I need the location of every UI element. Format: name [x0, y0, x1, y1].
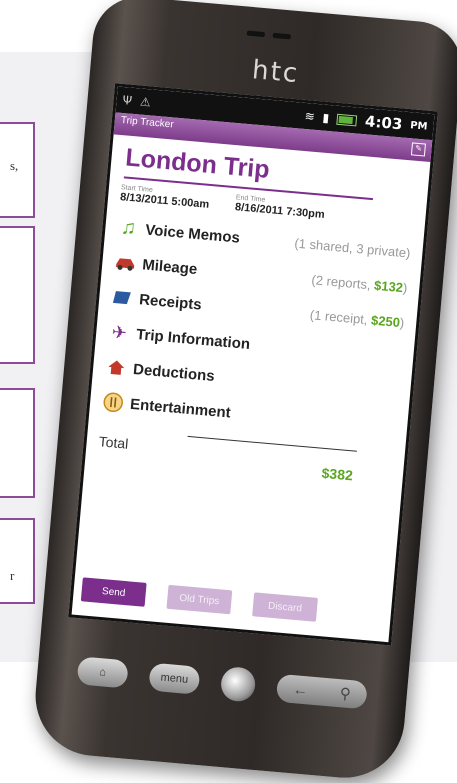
mileage-amount: $132 — [373, 277, 404, 295]
voice-memos-label: Voice Memos — [144, 220, 241, 247]
car-icon — [114, 251, 138, 275]
music-note-icon: ♫ — [120, 215, 137, 240]
usb-icon: Ψ — [122, 93, 133, 108]
trip-content: London Trip Start Time 8/13/2011 5:00am … — [85, 134, 431, 493]
callout-box-2 — [0, 226, 35, 364]
callout-box-3 — [0, 388, 35, 498]
receipts-amount: $250 — [370, 312, 401, 330]
action-buttons: Send Old Trips Discard — [80, 577, 318, 622]
old-trips-button[interactable]: Old Trips — [166, 584, 233, 615]
house-icon — [104, 356, 128, 380]
phone-screen: Ψ ⚠ ≋ ▮ 4:03 PM Trip Tracker ✎ London Tr… — [68, 83, 438, 646]
warning-icon: ⚠ — [139, 94, 152, 110]
start-time[interactable]: Start Time 8/13/2011 5:00am — [120, 184, 211, 211]
voice-memos-meta: (1 shared, 3 private) — [293, 235, 412, 261]
mileage-label: Mileage — [141, 255, 198, 278]
airplane-icon: ✈ — [110, 321, 128, 343]
callout-box-1: s, — [0, 122, 35, 218]
callout-text-fragment: s, — [10, 158, 19, 173]
app-name: Trip Tracker — [120, 114, 175, 131]
total-amount: $382 — [321, 464, 354, 484]
battery-icon — [336, 113, 358, 126]
hardware-buttons: ⌂ menu ← ⚲ — [75, 644, 368, 721]
mileage-meta: (2 reports, $132) — [310, 271, 409, 295]
back-arrow-icon[interactable]: ← — [292, 681, 308, 699]
receipts-label: Receipts — [138, 290, 203, 314]
menu-button[interactable]: menu — [148, 662, 201, 695]
optical-trackball[interactable] — [219, 665, 257, 703]
end-time[interactable]: End Time 8/16/2011 7:30pm — [234, 194, 325, 221]
send-button[interactable]: Send — [80, 577, 147, 607]
wifi-icon: ≋ — [304, 108, 316, 124]
total-label: Total — [98, 433, 129, 452]
edit-icon[interactable]: ✎ — [410, 142, 426, 157]
discard-button[interactable]: Discard — [252, 592, 318, 622]
fork-knife-icon — [101, 390, 125, 414]
receipt-icon — [110, 286, 134, 310]
status-time: 4:03 — [364, 112, 404, 134]
receipts-meta: (1 receipt, $250) — [309, 306, 405, 330]
status-ampm: PM — [409, 119, 428, 133]
home-icon: ⌂ — [98, 666, 107, 679]
back-search-buttons[interactable]: ← ⚲ — [275, 673, 368, 710]
trip-information-label: Trip Information — [135, 325, 251, 353]
phone-device: htc Ψ ⚠ ≋ ▮ 4:03 PM Trip Tracker ✎ Londo… — [30, 0, 457, 783]
search-icon[interactable]: ⚲ — [339, 684, 352, 703]
deductions-label: Deductions — [132, 360, 216, 385]
signal-icon: ▮ — [322, 110, 330, 126]
callout-text-fragment: r — [10, 568, 15, 583]
callout-box-4: r — [0, 518, 35, 604]
home-button[interactable]: ⌂ — [76, 656, 129, 689]
entertainment-label: Entertainment — [129, 395, 232, 422]
earpiece — [244, 30, 294, 41]
